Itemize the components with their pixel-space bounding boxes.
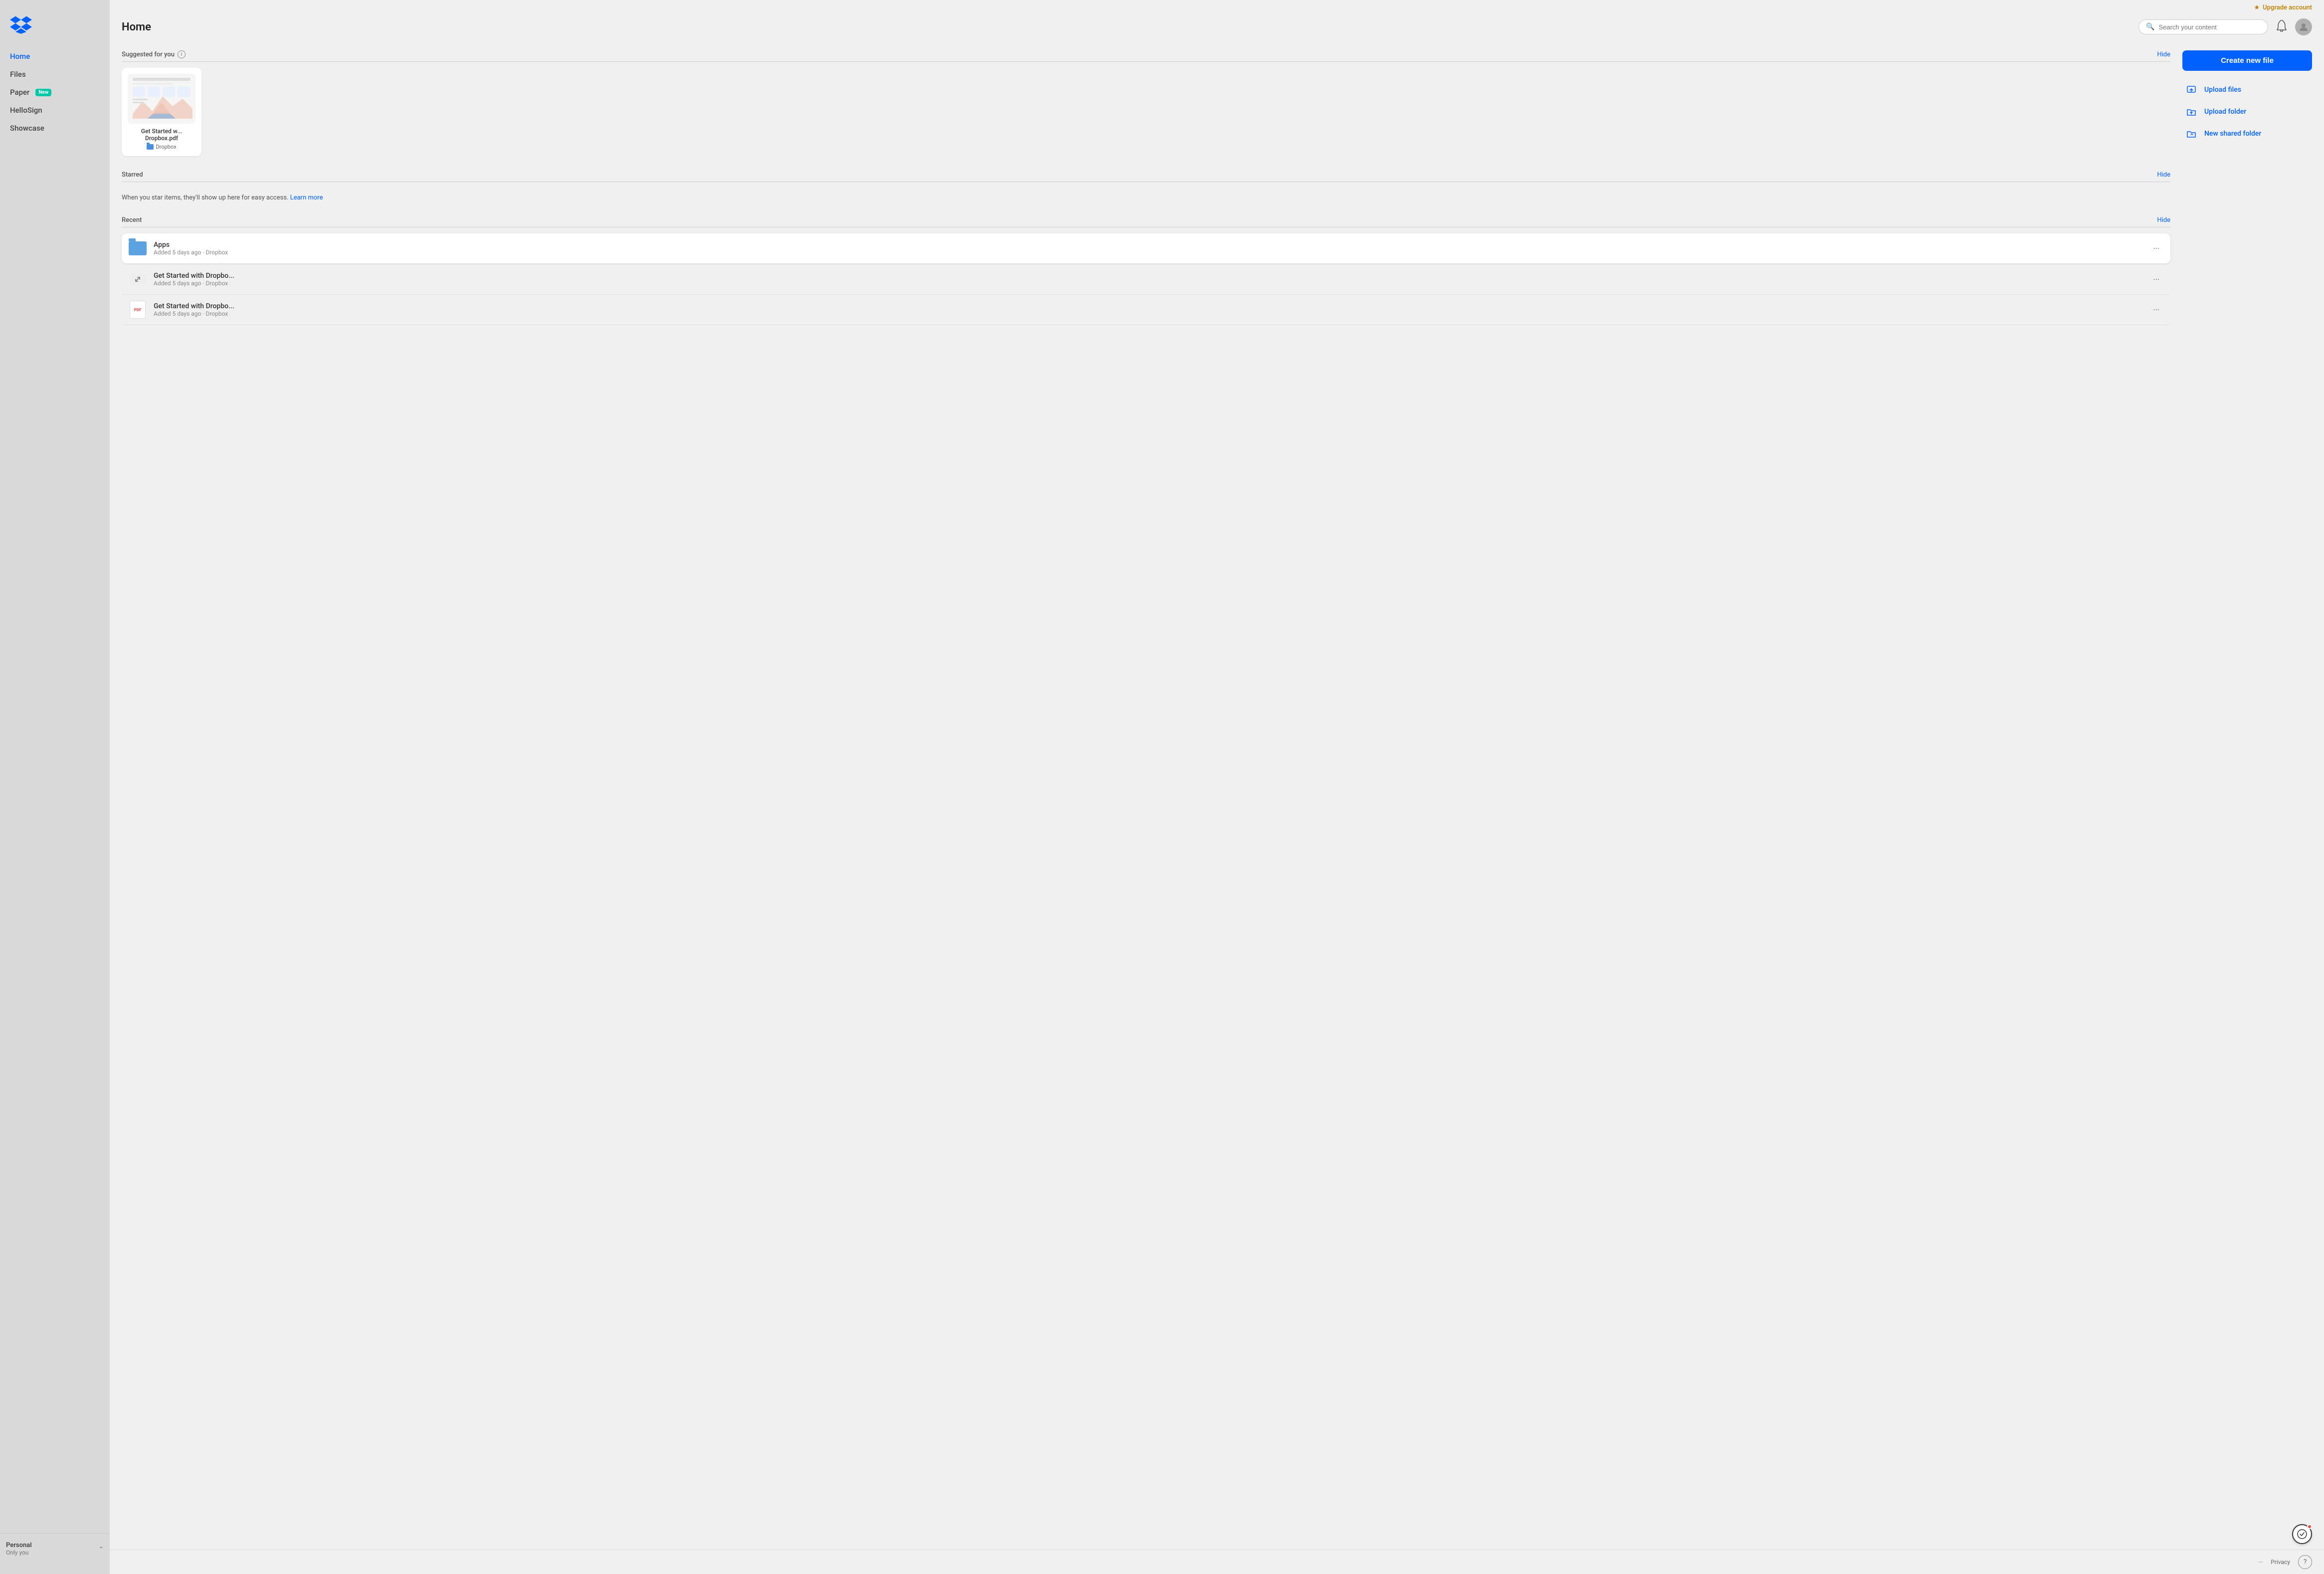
account-subtitle: Only you [6, 1549, 32, 1556]
upload-files-label: Upload files [2204, 86, 2241, 94]
card-filename: Get Started w... Dropbox.pdf [128, 128, 195, 142]
sidebar-item-home[interactable]: Home [4, 48, 106, 65]
recent-item-link-meta: Added 5 days ago · Dropbox [154, 280, 2142, 287]
sidebar-item-label-showcase: Showcase [10, 124, 44, 133]
suggested-items: Get Started w... Dropbox.pdf Dropbox [122, 68, 2170, 156]
avatar-circle [2295, 18, 2312, 35]
starred-section-header: Starred Hide [122, 166, 2170, 182]
suggested-info-icon[interactable]: i [178, 50, 186, 58]
recent-item-apps-info: Apps Added 5 days ago · Dropbox [154, 241, 2142, 256]
recent-item-pdf-info: Get Started with Dropbo... Added 5 days … [154, 302, 2142, 317]
task-badge-dot [2307, 1524, 2312, 1529]
sidebar-item-label-files: Files [10, 70, 26, 79]
new-shared-folder-label: New shared folder [2204, 130, 2261, 138]
recent-title-text: Recent [122, 216, 142, 224]
starred-hide-button[interactable]: Hide [2157, 171, 2170, 179]
recent-item-pdf-icon-box: PDF [129, 301, 147, 319]
help-button[interactable]: ? [2298, 1555, 2312, 1569]
sidebar-item-showcase[interactable]: Showcase [4, 120, 106, 137]
pdf-icon: PDF [130, 301, 146, 319]
starred-learn-more-link[interactable]: Learn more [290, 194, 323, 201]
recent-section-header: Recent Hide [122, 211, 2170, 227]
starred-empty-message: When you star items, they'll show up her… [122, 188, 2170, 211]
header-right: 🔍 [2138, 18, 2312, 35]
starred-empty-text: When you star items, they'll show up her… [122, 194, 288, 201]
recent-item-pdf-more-button[interactable]: ··· [2149, 303, 2163, 317]
logo-area [0, 10, 110, 48]
account-chevron-icon: ⌃ [99, 1546, 104, 1553]
suggested-card-dropbox-pdf[interactable]: Get Started w... Dropbox.pdf Dropbox [122, 68, 201, 156]
sidebar-item-label-hellosign: HelloSign [10, 106, 42, 115]
recent-item-pdf-meta: Added 5 days ago · Dropbox [154, 310, 2142, 317]
search-bar[interactable]: 🔍 [2138, 19, 2268, 34]
sidebar-item-hellosign[interactable]: HelloSign [4, 102, 106, 119]
recent-item-link[interactable]: Get Started with Dropbo... Added 5 days … [122, 264, 2170, 295]
link-icon [130, 271, 146, 287]
bottom-more-button[interactable]: ··· [2258, 1559, 2263, 1566]
search-input[interactable] [2158, 23, 2261, 31]
main-area: ★ Upgrade account Home 🔍 [110, 0, 2324, 1574]
recent-item-link-info: Get Started with Dropbo... Added 5 days … [154, 272, 2142, 287]
paper-new-badge: New [35, 89, 51, 96]
content-area: Suggested for you i Hide [110, 40, 2324, 1550]
suggested-title: Suggested for you i [122, 50, 186, 58]
upgrade-label: Upgrade account [2263, 4, 2312, 11]
checkmark-icon [2297, 1529, 2307, 1539]
notifications-bell-icon[interactable] [2276, 20, 2287, 34]
recent-item-pdf[interactable]: PDF Get Started with Dropbo... Added 5 d… [122, 295, 2170, 325]
recent-list: Apps Added 5 days ago · Dropbox ··· [122, 233, 2170, 325]
user-avatar[interactable] [2295, 18, 2312, 35]
recent-item-apps-meta: Added 5 days ago · Dropbox [154, 249, 2142, 256]
star-icon: ★ [2254, 4, 2260, 11]
page-title: Home [122, 21, 151, 33]
card-folder: Dropbox [128, 144, 195, 150]
recent-item-apps[interactable]: Apps Added 5 days ago · Dropbox ··· [122, 233, 2170, 263]
starred-title-text: Starred [122, 171, 143, 179]
recent-item-apps-more-button[interactable]: ··· [2149, 242, 2163, 255]
sidebar-item-paper[interactable]: Paper New [4, 84, 106, 101]
recent-title: Recent [122, 216, 142, 224]
privacy-link[interactable]: Privacy [2271, 1559, 2290, 1566]
sidebar-item-label-home: Home [10, 52, 30, 61]
recent-hide-button[interactable]: Hide [2157, 216, 2170, 224]
sidebar-item-label-paper: Paper [10, 88, 29, 97]
suggested-hide-button[interactable]: Hide [2157, 51, 2170, 58]
folder-small-icon [147, 144, 154, 150]
content-main: Suggested for you i Hide [122, 45, 2170, 1538]
card-folder-name: Dropbox [156, 144, 176, 150]
starred-title: Starred [122, 171, 143, 179]
new-shared-folder-action[interactable]: New shared folder [2182, 123, 2312, 145]
sidebar-footer[interactable]: Personal Only you ⌃ [0, 1533, 110, 1564]
header: Home 🔍 [110, 11, 2324, 40]
recent-item-link-icon-box [129, 270, 147, 288]
account-name: Personal [6, 1542, 32, 1549]
bottom-bar: ··· Privacy ? [110, 1550, 2324, 1574]
recent-item-apps-icon [129, 239, 147, 257]
sidebar: Home Files Paper New HelloSign Showcase … [0, 0, 110, 1574]
upgrade-account-link[interactable]: ★ Upgrade account [2254, 4, 2312, 11]
search-icon: 🔍 [2146, 23, 2154, 31]
upload-files-icon [2184, 83, 2198, 97]
new-shared-folder-icon [2184, 127, 2198, 141]
right-panel: Create new file Upload files [2182, 45, 2312, 1538]
upload-folder-icon [2184, 105, 2198, 119]
recent-item-pdf-name: Get Started with Dropbo... [154, 302, 2142, 310]
sidebar-nav: Home Files Paper New HelloSign Showcase [0, 48, 110, 1533]
card-thumbnail [128, 74, 195, 124]
sidebar-item-files[interactable]: Files [4, 66, 106, 83]
upload-folder-action[interactable]: Upload folder [2182, 101, 2312, 123]
thumbnail-svg [128, 74, 195, 124]
help-icon: ? [2304, 1558, 2307, 1566]
folder-blue-icon [129, 241, 147, 255]
upload-folder-label: Upload folder [2204, 108, 2246, 116]
suggested-section-header: Suggested for you i Hide [122, 45, 2170, 62]
upload-files-action[interactable]: Upload files [2182, 79, 2312, 101]
recent-item-apps-name: Apps [154, 241, 2142, 249]
recent-item-link-more-button[interactable]: ··· [2149, 273, 2163, 286]
suggested-title-text: Suggested for you [122, 51, 175, 58]
task-badge[interactable] [2292, 1524, 2312, 1544]
dropbox-logo-icon [10, 15, 32, 34]
recent-item-link-name: Get Started with Dropbo... [154, 272, 2142, 280]
create-new-file-button[interactable]: Create new file [2182, 50, 2312, 71]
